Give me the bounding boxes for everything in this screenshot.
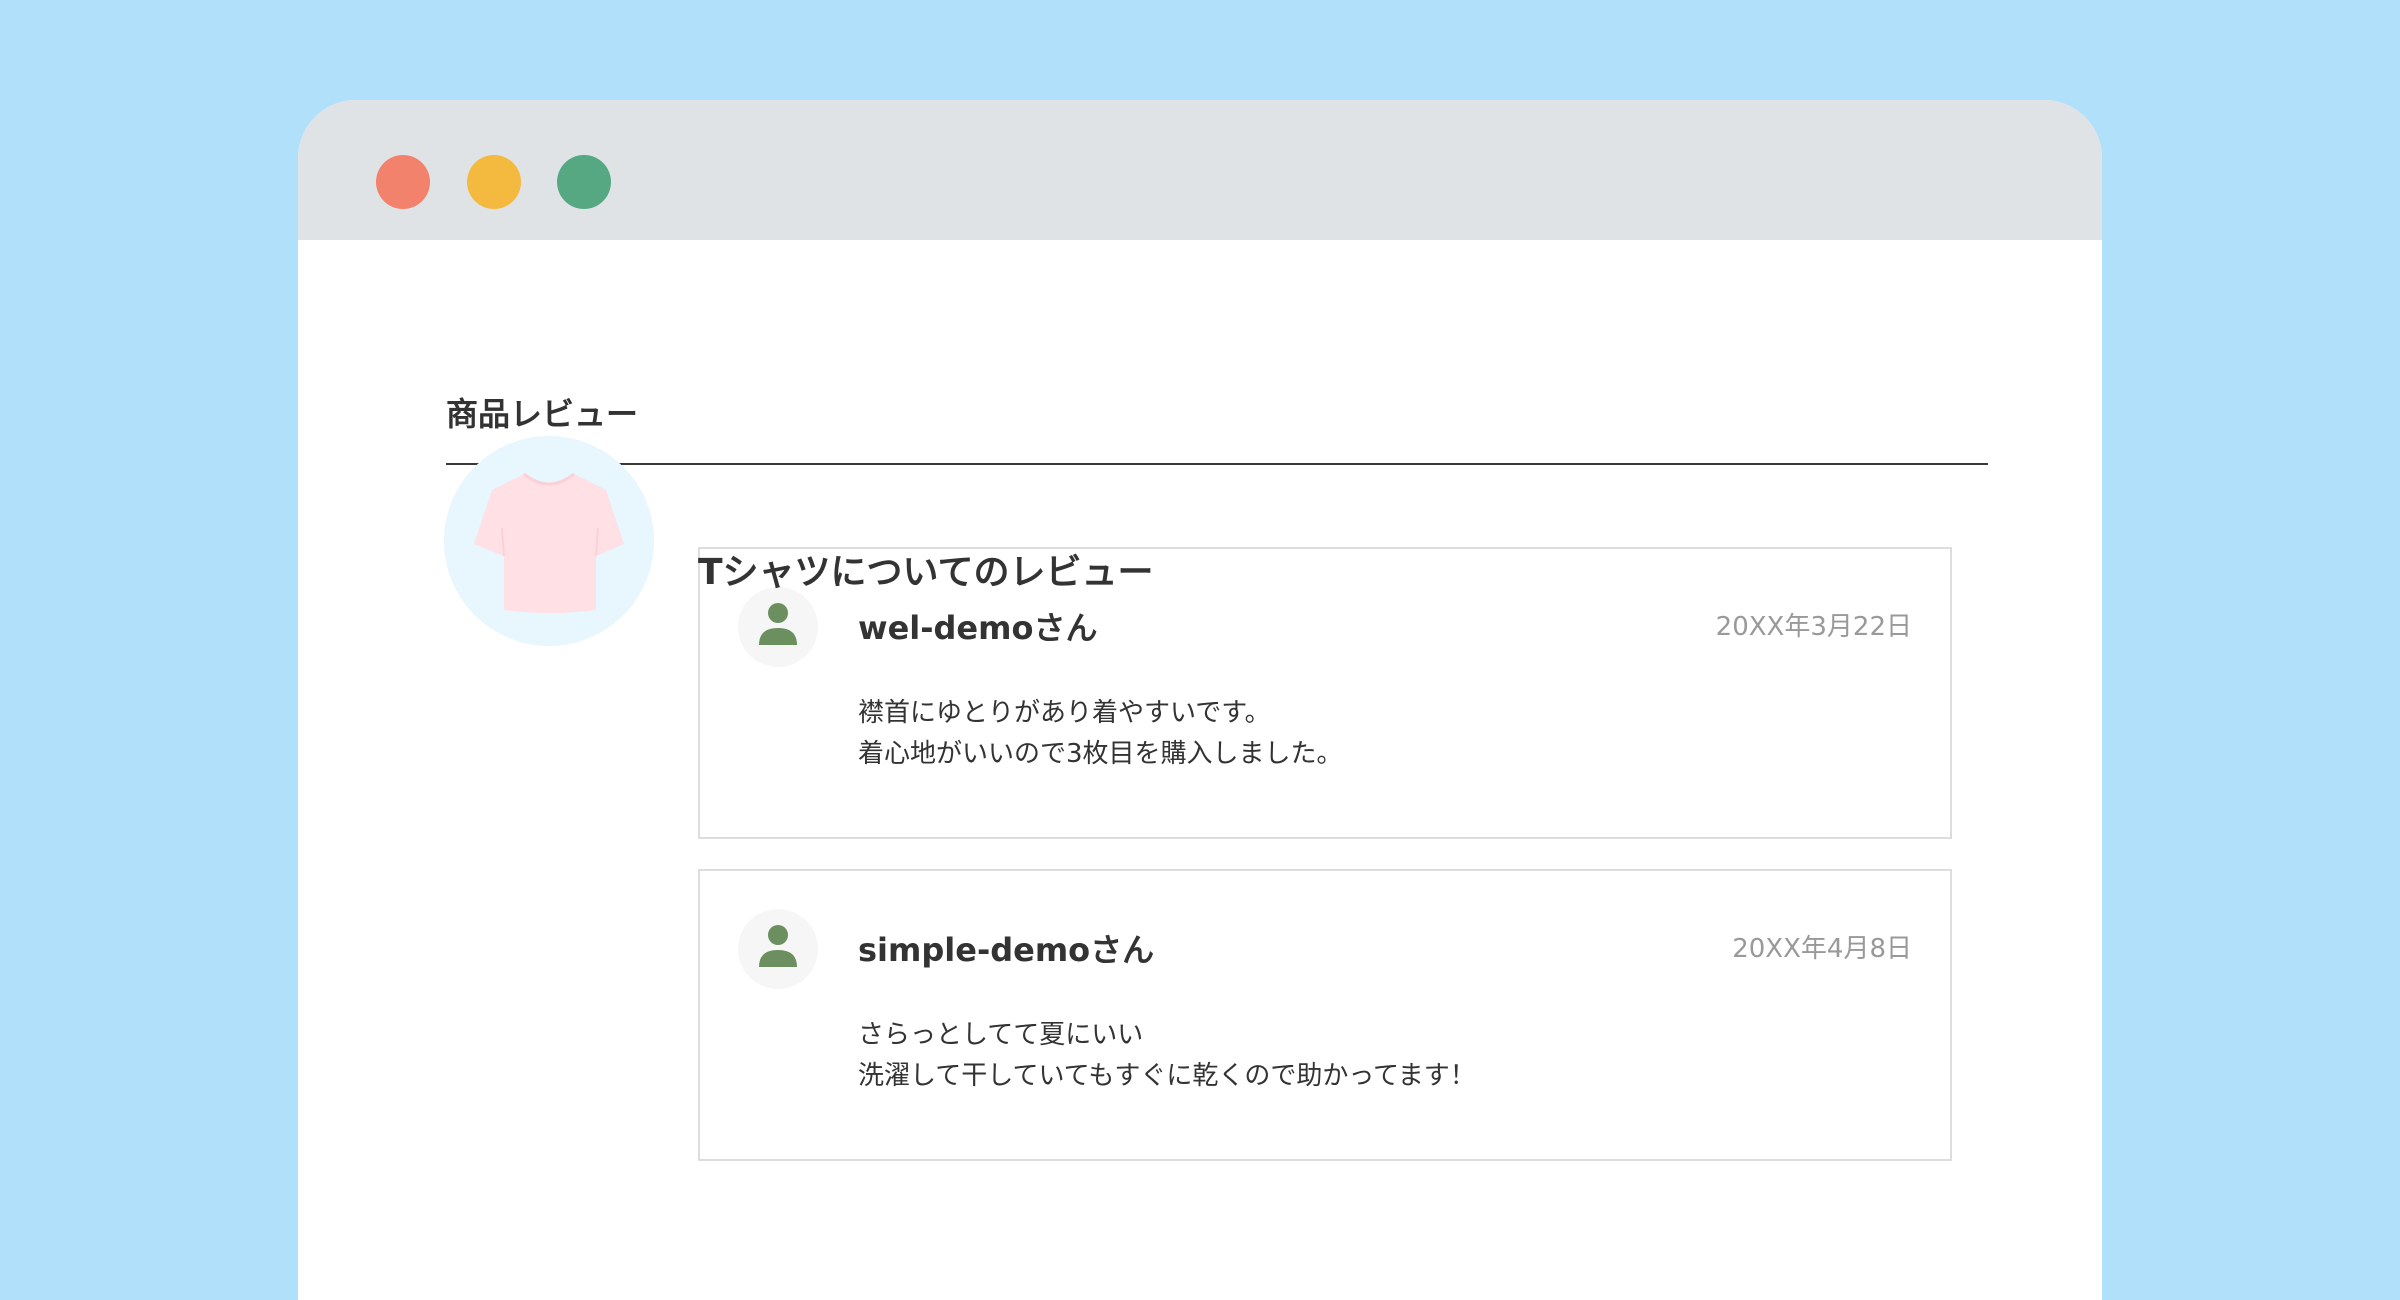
review-text: 襟首にゆとりがあり着やすいです。 着心地がいいので3枚目を購入しました。 [858, 693, 1898, 775]
reviewer-name: simple-demoさん [858, 931, 1155, 969]
product-thumbnail [444, 436, 654, 646]
review-date: 20XX年3月22日 [1715, 612, 1912, 642]
review-card: simple-demoさん 20XX年4月8日 さらっとしてて夏にいい 洗濯して… [698, 869, 1952, 1161]
review-line: 着心地がいいので3枚目を購入しました。 [858, 739, 1343, 769]
review-text: さらっとしてて夏にいい 洗濯して干していてもすぐに乾くので助かってます！ [858, 1015, 1898, 1097]
avatar [738, 909, 818, 989]
maximize-window-button[interactable] [557, 155, 611, 209]
user-icon [759, 603, 797, 645]
minimize-window-button[interactable] [467, 155, 521, 209]
t-shirt-icon [474, 472, 624, 613]
reviewer-name: wel-demoさん [858, 609, 1098, 647]
window-titlebar [298, 100, 2102, 240]
avatar [738, 587, 818, 667]
review-date: 20XX年4月8日 [1732, 934, 1912, 964]
browser-window: 商品レビュー wel-demoさん 20XX年3月22日 襟首にゆとりがあり着や… [298, 100, 2102, 1300]
review-line: さらっとしてて夏にいい [858, 1020, 1144, 1050]
review-line: 襟首にゆとりがあり着やすいです。 [858, 698, 1271, 728]
user-icon [759, 925, 797, 967]
review-heading: Tシャツについてのレビュー [698, 552, 1154, 593]
section-title: 商品レビュー [446, 395, 639, 433]
review-line: 洗濯して干していてもすぐに乾くので助かってます！ [858, 1061, 1476, 1091]
section-divider [446, 463, 1988, 465]
close-window-button[interactable] [376, 155, 430, 209]
